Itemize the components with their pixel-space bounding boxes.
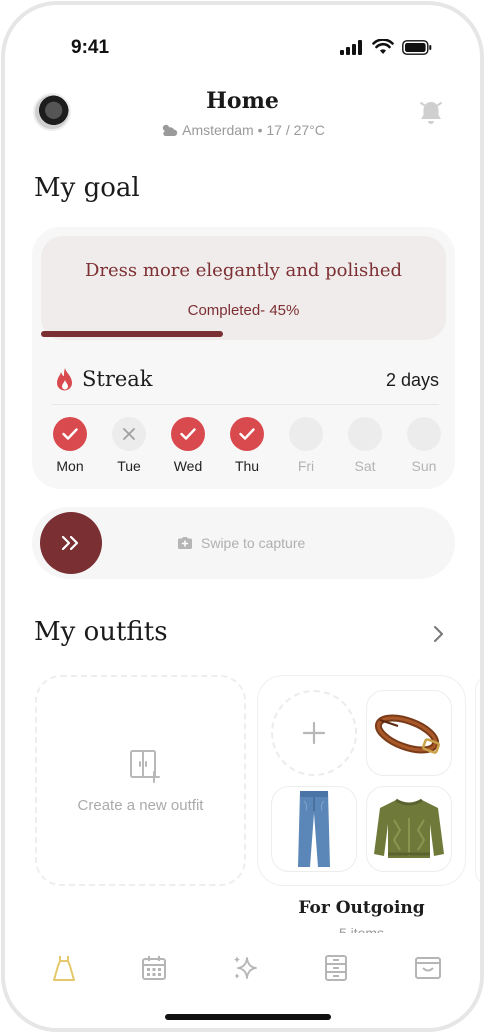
close-icon (123, 428, 135, 440)
outfit-card[interactable] (257, 675, 466, 886)
day-label: Sat (354, 458, 376, 474)
bell-icon (420, 102, 442, 124)
calendar-icon (142, 956, 166, 980)
partly-cloudy-icon (162, 124, 178, 136)
my-goal-heading: My goal (34, 173, 140, 203)
streak-value: 2 days (385, 370, 439, 390)
goal-text: Dress more elegantly and polished (84, 260, 402, 281)
weekday-tracker: Mon Tue Wed Thu Fri Sat Sun (50, 417, 450, 477)
chevron-right-icon (434, 626, 443, 642)
day-status-upcoming (289, 417, 323, 451)
day-status-missed (112, 417, 146, 451)
camera-icon (178, 537, 192, 549)
day-status-upcoming (348, 417, 382, 451)
day-thu[interactable]: Thu (227, 417, 267, 474)
check-icon (239, 428, 255, 440)
day-fri[interactable]: Fri (286, 417, 326, 474)
check-icon (180, 428, 196, 440)
flame-icon (57, 368, 72, 391)
day-label: Mon (56, 458, 84, 474)
battery-icon (402, 39, 432, 55)
day-tue[interactable]: Tue (109, 417, 149, 474)
wifi-icon (372, 39, 394, 54)
day-sat[interactable]: Sat (345, 417, 385, 474)
wardrobe-add-icon (130, 750, 160, 783)
day-status-done (171, 417, 205, 451)
tab-drawers[interactable] (321, 953, 351, 983)
add-item-slot[interactable] (271, 690, 357, 776)
create-outfit-label: Create a new outfit (77, 797, 204, 814)
home-indicator (165, 1014, 331, 1020)
goal-banner: Dress more elegantly and polished Comple… (41, 236, 446, 340)
my-outfits-heading: My outfits (34, 617, 168, 647)
day-mon[interactable]: Mon (50, 417, 90, 474)
signal-icon (340, 39, 362, 55)
divider (52, 404, 439, 405)
day-label: Tue (117, 458, 141, 474)
see-all-outfits-button[interactable] (432, 625, 444, 648)
tab-calendar[interactable] (139, 953, 169, 983)
goal-card[interactable]: Dress more elegantly and polished Comple… (32, 227, 455, 489)
tab-ai[interactable] (230, 953, 260, 983)
check-icon (62, 428, 78, 440)
outfit-name: For Outgoing (298, 898, 425, 918)
swipe-label: Swipe to capture (201, 535, 306, 551)
day-label: Sun (411, 458, 437, 474)
day-status-done (230, 417, 264, 451)
dress-icon (53, 956, 75, 981)
swipe-hint: Swipe to capture (177, 535, 305, 551)
belt-image (374, 714, 440, 754)
goal-progress-bar (41, 331, 446, 339)
day-status-done (53, 417, 87, 451)
phone-frame: 9:41 Home Amsterdam • 17 / 27°C My goal … (1, 1, 484, 1032)
outfit-item-count: 5 items (338, 925, 385, 933)
day-wed[interactable]: Wed (168, 417, 208, 474)
swipe-handle[interactable] (40, 512, 102, 574)
tab-wardrobe[interactable] (49, 953, 79, 983)
plus-icon (302, 721, 326, 745)
outfit-card-next[interactable] (475, 675, 480, 886)
goal-completion: Completed- 45% (187, 302, 300, 319)
outfit-item-sweater[interactable] (366, 786, 452, 872)
notifications-button[interactable] (418, 99, 444, 132)
double-chevron-right-icon (61, 535, 79, 551)
day-status-upcoming (407, 417, 441, 451)
page-title: Home (206, 88, 279, 114)
status-bar: 9:41 (5, 35, 480, 61)
goal-progress-fill (41, 331, 224, 337)
create-outfit-card[interactable]: Create a new outfit (35, 675, 246, 886)
outfit-item-belt[interactable] (366, 690, 452, 776)
tab-inbox[interactable] (413, 953, 443, 983)
day-label: Fri (297, 458, 315, 474)
sweater-image (374, 798, 444, 858)
inbox-icon (415, 957, 441, 979)
location-weather-text: Amsterdam • 17 / 27°C (182, 122, 325, 138)
sparkles-icon (234, 956, 257, 979)
status-time: 9:41 (71, 37, 110, 58)
streak-row: Streak 2 days (52, 365, 439, 395)
streak-label: Streak (82, 367, 153, 391)
outfit-item-jeans[interactable] (271, 786, 357, 872)
day-sun[interactable]: Sun (404, 417, 444, 474)
day-label: Wed (173, 458, 203, 474)
drawers-icon (325, 955, 347, 981)
location-weather: Amsterdam • 17 / 27°C (5, 122, 480, 138)
swipe-to-capture-slider[interactable]: Swipe to capture (32, 507, 455, 579)
jeans-image (298, 791, 330, 867)
day-label: Thu (234, 458, 260, 474)
